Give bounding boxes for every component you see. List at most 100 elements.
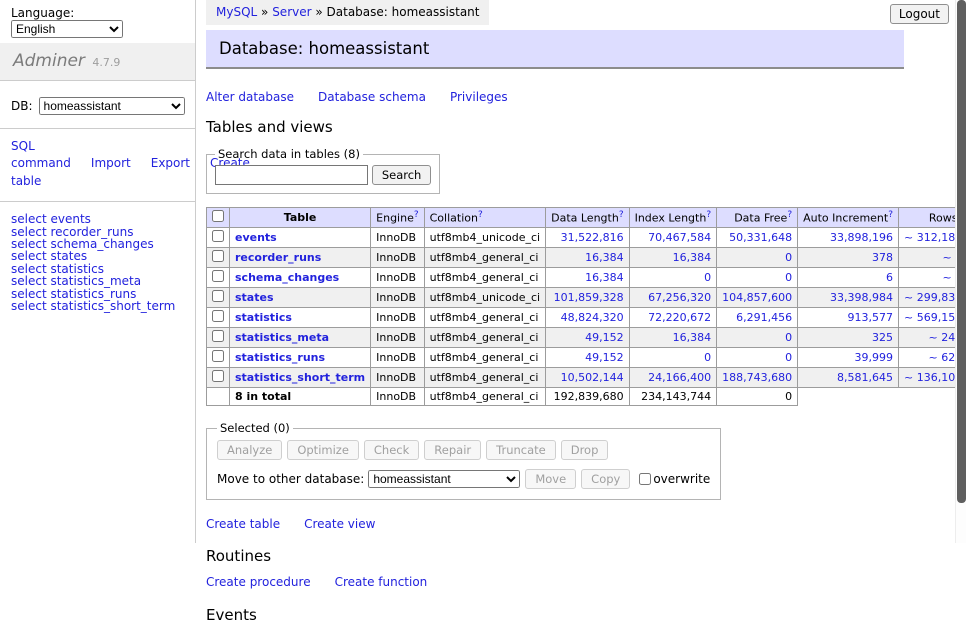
value-link[interactable]: 50,331,648 bbox=[729, 231, 792, 244]
value-link[interactable]: 325 bbox=[872, 331, 893, 344]
table-link-statistics-runs[interactable]: statistics_runs bbox=[235, 351, 325, 364]
row-checkbox[interactable] bbox=[212, 330, 224, 342]
copy-button[interactable]: Copy bbox=[581, 469, 630, 489]
value-link[interactable]: 0 bbox=[704, 271, 711, 284]
table-link-recorder-runs[interactable]: recorder_runs bbox=[235, 251, 321, 264]
repair-button[interactable]: Repair bbox=[424, 440, 481, 460]
value-link[interactable]: 913,577 bbox=[848, 311, 894, 324]
value-link[interactable]: 33,398,984 bbox=[830, 291, 893, 304]
sidebar-link-sql-command[interactable]: SQL command bbox=[11, 139, 71, 170]
value-link[interactable]: 39,999 bbox=[855, 351, 894, 364]
value-link[interactable]: 378 bbox=[872, 251, 893, 264]
row-check-cell bbox=[207, 268, 230, 288]
overwrite-checkbox[interactable] bbox=[639, 473, 651, 485]
value-link[interactable]: 0 bbox=[785, 251, 792, 264]
analyze-button[interactable]: Analyze bbox=[217, 440, 282, 460]
table-link-events[interactable]: events bbox=[235, 231, 277, 244]
db-select[interactable]: homeassistant bbox=[39, 97, 185, 115]
table-link-schema-changes[interactable]: schema_changes bbox=[235, 271, 339, 284]
cell-table: statistics_meta bbox=[230, 328, 371, 348]
link-create-view[interactable]: Create view bbox=[304, 517, 375, 531]
help-link[interactable]: ? bbox=[888, 210, 893, 220]
scrollbar-thumb[interactable] bbox=[957, 0, 966, 503]
table-link-states[interactable]: states bbox=[235, 291, 274, 304]
language-select[interactable]: English bbox=[11, 20, 123, 38]
check-button[interactable]: Check bbox=[364, 440, 419, 460]
db-action-privileges[interactable]: Privileges bbox=[450, 90, 508, 104]
search-button[interactable]: Search bbox=[372, 165, 432, 185]
value-link[interactable]: 101,859,328 bbox=[554, 291, 624, 304]
table-link-statistics[interactable]: statistics bbox=[235, 311, 292, 324]
value-link[interactable]: 48,824,320 bbox=[561, 311, 624, 324]
drop-button[interactable]: Drop bbox=[561, 440, 609, 460]
value-link[interactable]: 16,384 bbox=[585, 271, 624, 284]
overwrite-label[interactable]: overwrite bbox=[653, 472, 710, 486]
value-link[interactable]: 6,291,456 bbox=[736, 311, 792, 324]
value-link[interactable]: 188,743,680 bbox=[722, 371, 792, 384]
cell-collation: utf8mb4_general_ci bbox=[424, 348, 545, 368]
sidebar-link-export[interactable]: Export bbox=[151, 156, 190, 170]
value-link[interactable]: 6 bbox=[886, 271, 893, 284]
row-checkbox[interactable] bbox=[212, 370, 224, 382]
table-link-statistics-short-term[interactable]: statistics_short_term bbox=[235, 371, 365, 384]
row-checkbox[interactable] bbox=[212, 230, 224, 242]
help-link[interactable]: ? bbox=[787, 210, 792, 220]
value-link[interactable]: 49,152 bbox=[585, 331, 624, 344]
value-link[interactable]: ~ 136,108 bbox=[904, 371, 962, 384]
value-link[interactable]: 0 bbox=[785, 271, 792, 284]
row-checkbox[interactable] bbox=[212, 310, 224, 322]
value-link[interactable]: 0 bbox=[785, 351, 792, 364]
value-link[interactable]: 70,467,584 bbox=[648, 231, 711, 244]
table-row: eventsInnoDButf8mb4_unicode_ci31,522,816… bbox=[207, 228, 966, 248]
table-row: statistics_runsInnoDButf8mb4_general_ci4… bbox=[207, 348, 966, 368]
optimize-button[interactable]: Optimize bbox=[287, 440, 359, 460]
row-checkbox[interactable] bbox=[212, 290, 224, 302]
value-link[interactable]: 104,857,600 bbox=[722, 291, 792, 304]
value-link[interactable]: 49,152 bbox=[585, 351, 624, 364]
value-link[interactable]: 31,522,816 bbox=[561, 231, 624, 244]
row-checkbox[interactable] bbox=[212, 270, 224, 282]
language-label: Language: bbox=[11, 6, 74, 20]
value-link[interactable]: 16,384 bbox=[585, 251, 624, 264]
value-link[interactable]: 33,898,196 bbox=[830, 231, 893, 244]
row-check-cell bbox=[207, 228, 230, 248]
truncate-button[interactable]: Truncate bbox=[486, 440, 556, 460]
table-link-statistics-meta[interactable]: statistics_meta bbox=[235, 331, 329, 344]
cell-index-length: 72,220,672 bbox=[629, 308, 717, 328]
table-row: statesInnoDButf8mb4_unicode_ci101,859,32… bbox=[207, 288, 966, 308]
help-link[interactable]: ? bbox=[414, 210, 419, 220]
help-link[interactable]: ? bbox=[478, 210, 483, 220]
tables-table: TableEngine?Collation?Data Length?Index … bbox=[206, 207, 966, 406]
search-input[interactable] bbox=[215, 165, 368, 185]
breadcrumb-item-mysql[interactable]: MySQL bbox=[216, 5, 257, 19]
select-all-checkbox[interactable] bbox=[212, 210, 224, 222]
value-link[interactable]: 16,384 bbox=[673, 251, 712, 264]
logout-button[interactable]: Logout bbox=[890, 4, 949, 24]
link-create-function[interactable]: Create function bbox=[335, 575, 428, 589]
value-link[interactable]: 67,256,320 bbox=[648, 291, 711, 304]
sidebar-link-import[interactable]: Import bbox=[91, 156, 131, 170]
value-link[interactable]: 24,166,400 bbox=[648, 371, 711, 384]
db-action-database-schema[interactable]: Database schema bbox=[318, 90, 426, 104]
row-checkbox[interactable] bbox=[212, 350, 224, 362]
value-link[interactable]: 72,220,672 bbox=[648, 311, 711, 324]
row-checkbox[interactable] bbox=[212, 250, 224, 262]
value-link[interactable]: 8,581,645 bbox=[837, 371, 893, 384]
help-link[interactable]: ? bbox=[706, 210, 711, 220]
value-link[interactable]: 10,502,144 bbox=[561, 371, 624, 384]
link-create-procedure[interactable]: Create procedure bbox=[206, 575, 311, 589]
value-link[interactable]: ~ 569,159 bbox=[904, 311, 962, 324]
breadcrumb-item-server[interactable]: Server bbox=[272, 5, 311, 19]
value-link[interactable]: ~ 299,833 bbox=[904, 291, 962, 304]
sidebar-link-select-statistics-short-term[interactable]: select statistics_short_term bbox=[11, 299, 175, 313]
help-link[interactable]: ? bbox=[619, 210, 624, 220]
link-create-table[interactable]: Create table bbox=[206, 517, 280, 531]
db-action-alter-database[interactable]: Alter database bbox=[206, 90, 294, 104]
value-link[interactable]: 0 bbox=[704, 351, 711, 364]
move-db-select[interactable]: homeassistant bbox=[368, 470, 520, 488]
scrollbar[interactable] bbox=[955, 0, 966, 543]
value-link[interactable]: ~ 312,180 bbox=[904, 231, 962, 244]
value-link[interactable]: 16,384 bbox=[673, 331, 712, 344]
move-button[interactable]: Move bbox=[525, 469, 576, 489]
value-link[interactable]: 0 bbox=[785, 331, 792, 344]
